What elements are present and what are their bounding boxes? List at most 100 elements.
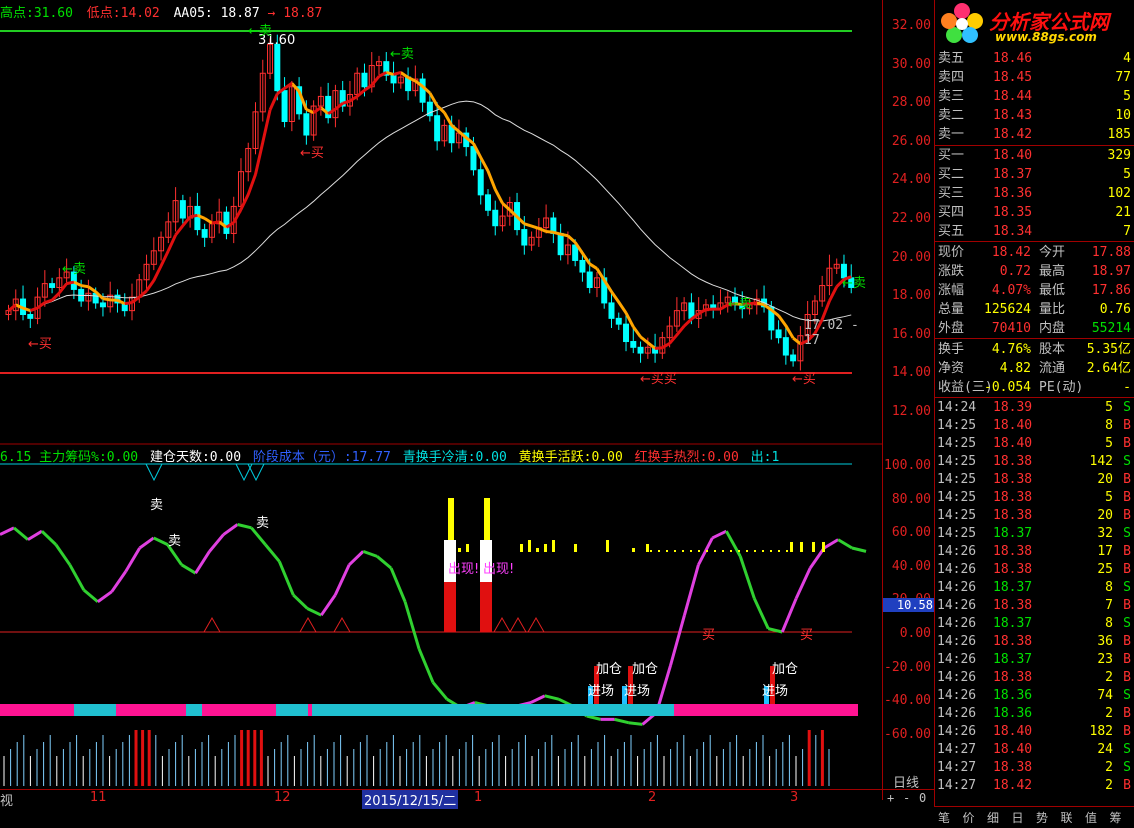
stat-label: 股本 bbox=[1039, 342, 1066, 357]
tick-volume: 74 bbox=[1097, 688, 1113, 703]
yellow-bar bbox=[812, 542, 815, 552]
tick-row: 14:26 18.37 23 B bbox=[935, 651, 1134, 669]
indicator-header: 6.15 主力筹码%:0.00 建仓天数:0.00 阶段成本（元）:17.77 … bbox=[0, 446, 779, 465]
enter-label: 进场 bbox=[762, 684, 789, 699]
tick-side: B bbox=[1123, 634, 1131, 649]
tab-1[interactable]: 价 bbox=[963, 809, 975, 826]
tick-time: 14:26 bbox=[937, 544, 977, 559]
tick-time: 14:26 bbox=[937, 706, 977, 721]
x-axis: 11 12 2015/12/15/二 1 2 3 bbox=[0, 789, 882, 809]
tick-side: B bbox=[1123, 598, 1131, 613]
indicator-segment bbox=[208, 533, 225, 553]
ask-label: 卖五 bbox=[938, 51, 965, 66]
main-chart-svg[interactable] bbox=[0, 0, 882, 800]
ask-price: 18.43 bbox=[993, 108, 1033, 123]
indicator-segment bbox=[431, 681, 449, 701]
candle-body bbox=[99, 302, 106, 308]
bid-row: 买五 18.34 7 bbox=[935, 222, 1134, 241]
zoom-out-button[interactable]: - bbox=[903, 791, 910, 805]
bid-row: 买一 18.40 329 bbox=[935, 146, 1134, 165]
tab-2[interactable]: 细 bbox=[987, 809, 999, 826]
price-tick: 24.00 bbox=[891, 172, 931, 188]
yellow-bar bbox=[800, 542, 803, 552]
build-days-label: 建仓天数: bbox=[149, 450, 210, 465]
yellow-dot bbox=[650, 550, 652, 552]
zoom-in-button[interactable]: + bbox=[887, 791, 894, 805]
low-value: 14.02 bbox=[120, 6, 160, 21]
tick-side: S bbox=[1123, 742, 1131, 757]
indicator-segment bbox=[277, 560, 295, 596]
candle-body bbox=[557, 232, 564, 256]
candle-body bbox=[274, 43, 281, 92]
candle-body bbox=[790, 354, 797, 362]
tick-time: 14:26 bbox=[937, 562, 977, 577]
bid-price: 18.34 bbox=[993, 224, 1033, 239]
tick-side: B bbox=[1123, 490, 1131, 505]
high-value: 31.60 bbox=[33, 6, 73, 21]
yellow-dot bbox=[658, 550, 660, 552]
indicator-tick: 0.00 bbox=[899, 626, 931, 641]
aa-label: AA05: bbox=[173, 6, 213, 21]
yellow-dot bbox=[738, 550, 740, 552]
tab-3[interactable]: 日 bbox=[1012, 809, 1024, 826]
price-tick: 26.00 bbox=[891, 133, 931, 149]
yellow-dot bbox=[666, 550, 668, 552]
tick-price: 18.42 bbox=[993, 778, 1033, 793]
low-label: 低点: bbox=[86, 6, 121, 21]
candle-body bbox=[361, 72, 368, 88]
tab-6[interactable]: 值 bbox=[1085, 809, 1097, 826]
tick-volume: 20 bbox=[1097, 508, 1113, 523]
bid-label: 买二 bbox=[938, 167, 965, 182]
candle-body bbox=[390, 74, 397, 84]
phase-strip-cyan bbox=[276, 704, 308, 716]
candle-body bbox=[521, 229, 528, 246]
exit-label: 出: bbox=[750, 450, 772, 465]
tick-row: 14:26 18.38 7 B bbox=[935, 597, 1134, 615]
indicator-segment bbox=[237, 523, 252, 530]
divider bbox=[935, 241, 1134, 242]
candle-body bbox=[49, 283, 56, 288]
tick-price: 18.38 bbox=[993, 634, 1033, 649]
tick-price: 18.38 bbox=[993, 562, 1033, 577]
tick-price: 18.38 bbox=[993, 472, 1033, 487]
indicator-segment bbox=[738, 555, 756, 599]
yellow-dot bbox=[754, 550, 756, 552]
kline-chart-area[interactable]: 高点:31.60 低点:14.02 AA05: 18.87 → 18.87 6.… bbox=[0, 0, 882, 809]
stat-label: 涨幅 bbox=[938, 283, 965, 298]
yellow-bar bbox=[646, 544, 649, 552]
tick-side: B bbox=[1123, 472, 1131, 487]
tab-4[interactable]: 势 bbox=[1036, 809, 1048, 826]
tick-volume: 142 bbox=[1089, 454, 1113, 469]
tick-price: 18.40 bbox=[993, 724, 1033, 739]
indicator-tick: -40.00 bbox=[884, 693, 931, 709]
cost-value: 17.77 bbox=[351, 450, 391, 465]
tab-7[interactable]: 筹 bbox=[1110, 809, 1122, 826]
tick-time: 14:27 bbox=[937, 742, 977, 757]
tick-row: 14:25 18.38 5 B bbox=[935, 489, 1134, 507]
tab-5[interactable]: 联 bbox=[1061, 809, 1073, 826]
indicator-segment bbox=[697, 537, 714, 566]
tick-row: 14:26 18.37 8 S bbox=[935, 579, 1134, 597]
indicator-lines bbox=[0, 523, 867, 726]
candle-body bbox=[637, 346, 644, 354]
buy-arrow-label: ←买 bbox=[28, 337, 52, 352]
candle-body bbox=[484, 194, 491, 211]
zoom-reset-button[interactable]: 0 bbox=[919, 791, 926, 805]
tick-price: 18.40 bbox=[993, 418, 1033, 433]
stat-value: 0.72 bbox=[999, 264, 1031, 279]
bid-row: 买三 18.36 102 bbox=[935, 184, 1134, 203]
tick-side: B bbox=[1123, 778, 1131, 793]
tick-time: 14:26 bbox=[937, 688, 977, 703]
stat-label: 净资 bbox=[938, 361, 965, 376]
view-tag[interactable]: 视 bbox=[0, 790, 13, 809]
tab-0[interactable]: 笔 bbox=[938, 809, 950, 826]
indicator-segment bbox=[614, 717, 629, 725]
sell-arrow-label: ←卖 bbox=[390, 47, 414, 62]
stat-value: 4.76% bbox=[991, 342, 1031, 357]
tick-side: B bbox=[1123, 724, 1131, 739]
tick-time: 14:26 bbox=[937, 580, 977, 595]
indicator-tick: 100.00 bbox=[884, 458, 931, 473]
indicator-segment bbox=[389, 567, 407, 603]
tick-side: B bbox=[1123, 652, 1131, 667]
tick-side: B bbox=[1123, 562, 1131, 577]
